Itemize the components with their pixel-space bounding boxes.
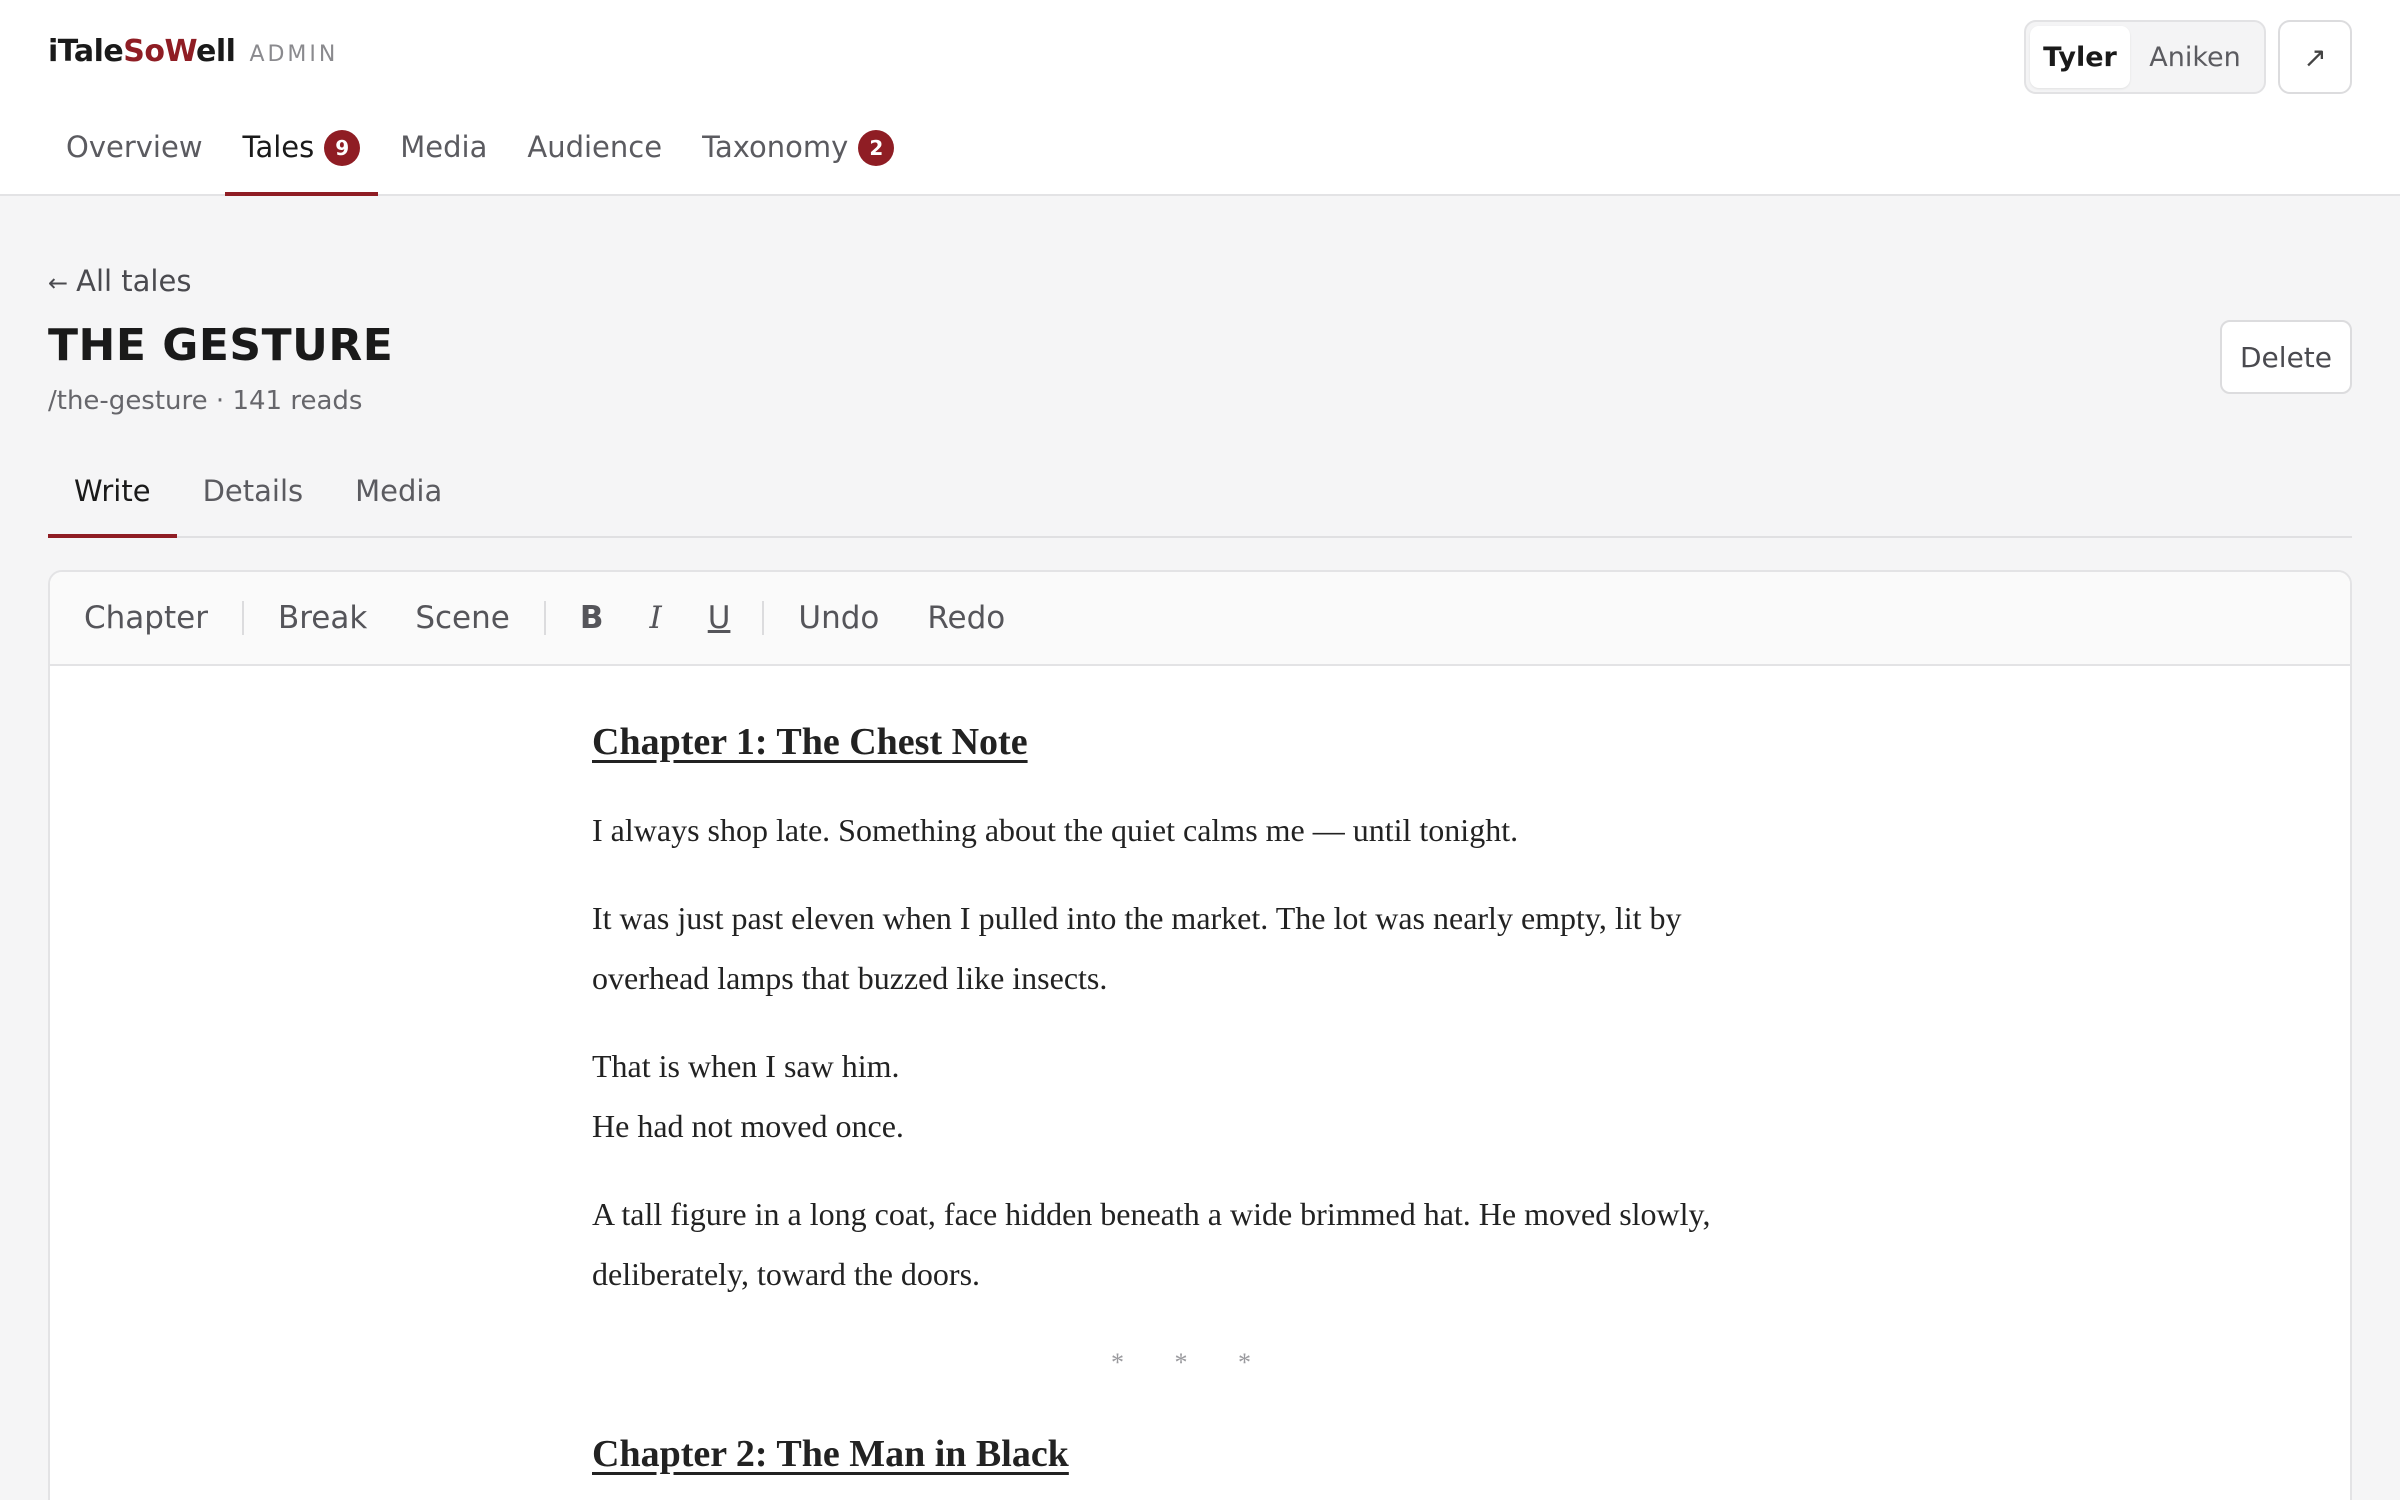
scene-break: * * *: [1111, 1348, 1273, 1377]
chapter-heading[interactable]: Chapter 1: The Chest Note: [592, 720, 1792, 764]
paragraph-line: That is when I saw him.: [592, 1048, 900, 1084]
brand-admin-label: ADMIN: [249, 42, 339, 67]
tale-subtabs: Write Details Media: [48, 466, 2352, 538]
chapter-heading[interactable]: Chapter 2: The Man in Black: [592, 1432, 1792, 1476]
tab-details[interactable]: Details: [177, 466, 330, 536]
tale-meta: /the-gesture · 141 reads: [48, 386, 363, 416]
nav-audience[interactable]: Audience: [509, 120, 680, 196]
redo-button[interactable]: Redo: [927, 600, 1005, 636]
editor: Chapter Break Scene B I U Undo Redo Chap…: [48, 570, 2352, 1500]
page-title: THE GESTURE: [48, 320, 394, 371]
top-bar: iTaleSoWell ADMIN Overview Tales 9 Media…: [0, 0, 2400, 196]
toolbar-divider: [762, 601, 765, 635]
nav-tales[interactable]: Tales 9: [224, 120, 379, 196]
bold-button[interactable]: B: [580, 600, 604, 636]
brand-logo[interactable]: iTaleSoWell: [48, 34, 236, 69]
break-button[interactable]: Break: [278, 600, 367, 636]
document-body[interactable]: Chapter 1: The Chest Note I always shop …: [592, 720, 1792, 1500]
paragraph[interactable]: A tall figure in a long coat, face hidde…: [592, 1184, 1792, 1304]
underline-button[interactable]: U: [708, 600, 731, 636]
paragraph[interactable]: It was just past eleven when I pulled in…: [592, 888, 1792, 1008]
undo-button[interactable]: Undo: [798, 600, 879, 636]
brand[interactable]: iTaleSoWell ADMIN: [48, 34, 338, 69]
user-aniken-button[interactable]: Aniken: [2130, 26, 2260, 88]
nav-overview[interactable]: Overview: [48, 120, 221, 196]
toolbar-divider: [543, 601, 546, 635]
tab-media[interactable]: Media: [329, 466, 468, 536]
nav-audience-label: Audience: [527, 130, 663, 164]
delete-button[interactable]: Delete: [2220, 320, 2352, 394]
arrow-left-icon: ←: [48, 269, 69, 297]
paragraph[interactable]: I always shop late. Something about the …: [592, 800, 1792, 860]
nav-taxonomy[interactable]: Taxonomy 2: [684, 120, 912, 196]
chapter-button[interactable]: Chapter: [84, 600, 208, 636]
external-link-icon: ↗: [2303, 40, 2327, 74]
open-external-button[interactable]: ↗: [2278, 20, 2352, 94]
nav-overview-label: Overview: [66, 130, 203, 164]
paragraph[interactable]: That is when I saw him. He had not moved…: [592, 1036, 1792, 1156]
editor-toolbar: Chapter Break Scene B I U Undo Redo: [50, 572, 2350, 666]
paragraph-line: He had not moved once.: [592, 1108, 904, 1144]
tales-count-badge: 9: [324, 130, 361, 166]
back-link-label: All tales: [76, 264, 192, 298]
nav-taxonomy-label: Taxonomy: [702, 130, 849, 164]
nav-media-label: Media: [400, 130, 488, 164]
scene-button[interactable]: Scene: [415, 600, 510, 636]
italic-button[interactable]: I: [649, 600, 661, 636]
user-tyler-button[interactable]: Tyler: [2030, 26, 2130, 88]
tab-write[interactable]: Write: [48, 466, 177, 538]
toolbar-divider: [241, 601, 244, 635]
taxonomy-count-badge: 2: [858, 130, 895, 166]
main-nav: Overview Tales 9 Media Audience Taxonomy…: [48, 120, 916, 196]
nav-tales-label: Tales: [242, 130, 315, 164]
back-to-all-tales-link[interactable]: ← All tales: [48, 264, 191, 298]
user-switcher: Tyler Aniken: [2024, 20, 2266, 94]
nav-media[interactable]: Media: [382, 120, 505, 196]
